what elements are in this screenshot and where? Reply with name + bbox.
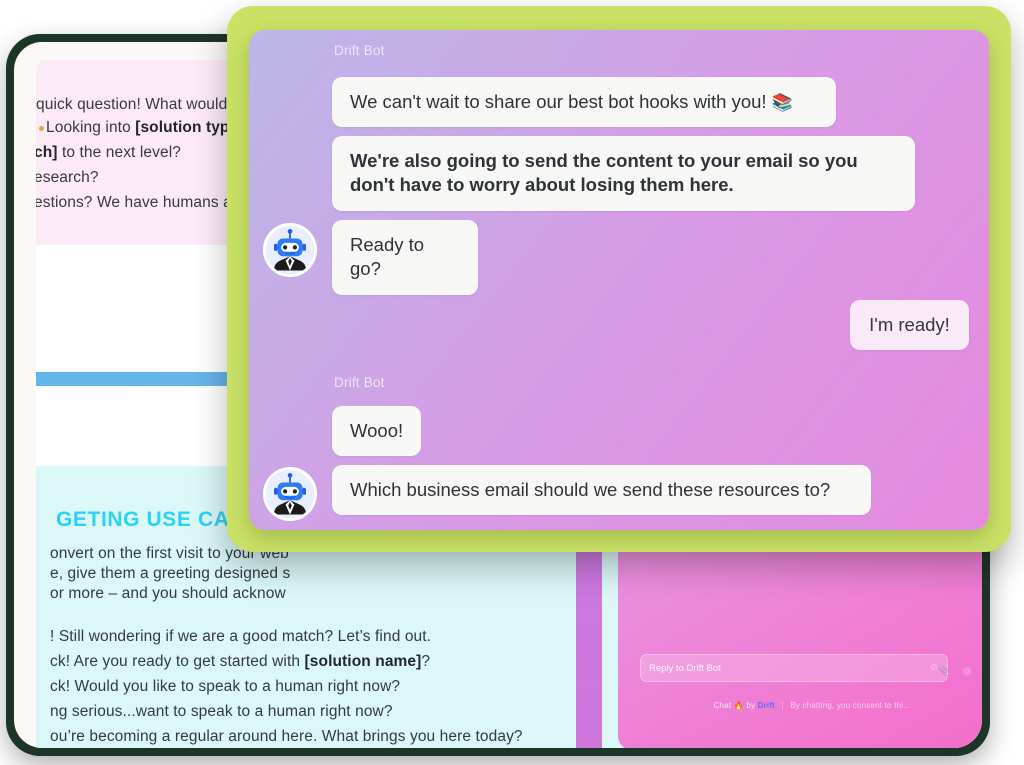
camera-icon[interactable]: ◎ bbox=[963, 667, 972, 677]
footer-chat-label: Chat bbox=[713, 701, 732, 710]
doc-line-pink-3: esearch? bbox=[36, 169, 99, 186]
chat-bubble-text: Wooo! bbox=[350, 420, 404, 441]
chat-bubble-bot-1: We can't wait to share our best bot hook… bbox=[332, 77, 836, 128]
mini-input-actions: 📎 ◎ ➤ bbox=[933, 667, 982, 677]
footer-by-label: by bbox=[746, 701, 756, 710]
doc-line-cyan-6: ng serious...want to speak to a human ri… bbox=[50, 703, 393, 720]
bullet-dot-icon bbox=[39, 126, 44, 131]
mini-reply-placeholder: Reply to Drift Bot bbox=[649, 662, 721, 674]
footer-separator: | bbox=[781, 701, 784, 710]
chat-bubble-text: Which business email should we send thes… bbox=[350, 479, 831, 500]
footer-consent-text: By chatting, you consent to thi... bbox=[790, 701, 911, 710]
chat-bubble-bot-4: Wooo! bbox=[332, 406, 421, 457]
chat-bubble-text: Ready to go? bbox=[350, 234, 425, 280]
sender-label-bottom: Drift Bot bbox=[334, 375, 385, 390]
doc-line-pink-1: Looking into [solution type]? bbox=[46, 119, 252, 136]
doc-line-cyan-4: ck! Are you ready to get started with [s… bbox=[50, 653, 431, 670]
flame-icon: 🔥 bbox=[733, 701, 744, 710]
screenshot-stage: quick question! What would you d Looking… bbox=[0, 0, 1024, 765]
chat-bubble-text: I'm ready! bbox=[869, 314, 950, 335]
chat-bubble-user-1: I'm ready! bbox=[850, 300, 969, 351]
chat-bubble-text: We can't wait to share our best bot hook… bbox=[350, 91, 772, 112]
drift-bot-avatar-icon bbox=[263, 467, 317, 521]
doc-line-pink-2: ch] to the next level? bbox=[36, 144, 181, 161]
doc-line-cyan-2: or more – and you should acknow bbox=[50, 585, 286, 602]
mini-widget-footer: Chat 🔥 by Drift | By chatting, you conse… bbox=[618, 701, 982, 710]
chat-bubble-bot-3: Ready to go? bbox=[332, 220, 478, 295]
chat-bubble-text: We're also going to send the content to … bbox=[350, 150, 858, 196]
doc-line-cyan-3: ! Still wondering if we are a good match… bbox=[50, 628, 432, 645]
mini-reply-input[interactable]: Reply to Drift Bot ☺ bbox=[640, 654, 948, 682]
drift-brand-link[interactable]: Drift bbox=[758, 701, 775, 710]
chat-conversation-panel: Drift Bot We can't wait to share our bes… bbox=[249, 30, 989, 530]
doc-line-cyan-5: ck! Would you like to speak to a human r… bbox=[50, 678, 401, 695]
books-emoji-icon: 📚 bbox=[771, 93, 793, 112]
sender-label-top: Drift Bot bbox=[334, 43, 385, 58]
paperclip-icon[interactable]: 📎 bbox=[938, 667, 950, 677]
drift-bot-avatar-icon bbox=[263, 223, 317, 277]
chat-bubble-bot-5: Which business email should we send thes… bbox=[332, 465, 871, 516]
doc-line-cyan-7: ou’re becoming a regular around here. Wh… bbox=[50, 728, 523, 745]
chat-bubble-bot-2: We're also going to send the content to … bbox=[332, 136, 915, 211]
doc-line-cyan-1: e, give them a greeting designed s bbox=[50, 565, 291, 582]
